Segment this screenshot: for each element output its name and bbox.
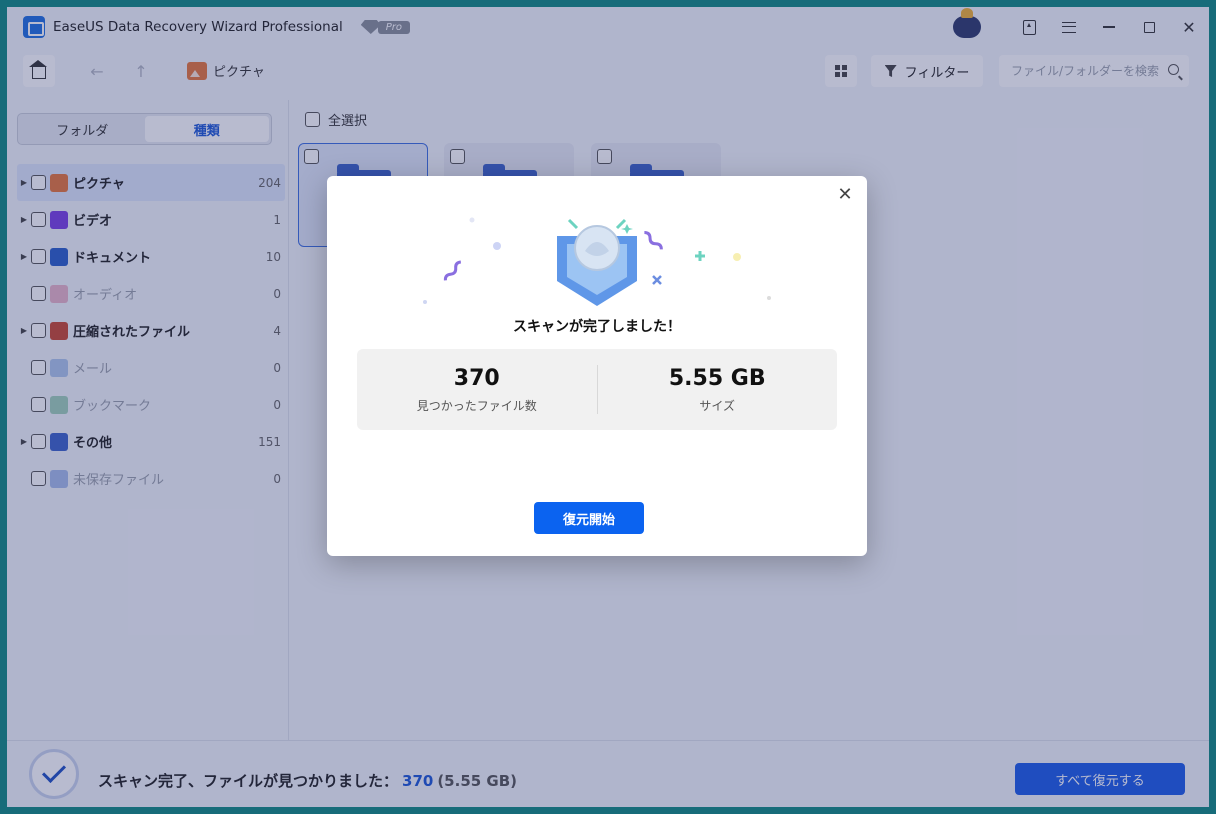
size-label: サイズ [699,398,736,413]
scan-stats-panel: 370 見つかったファイル数 5.55 GB サイズ [357,349,837,430]
size-value: 5.55 GB [668,365,766,391]
trophy-badge-icon [557,218,637,306]
trophy-illustration [423,217,771,306]
dialog-close-button[interactable]: ✕ [833,182,857,206]
files-found-stat: 370 見つかったファイル数 [357,349,597,430]
close-icon: ✕ [837,183,853,205]
files-found-value: 370 [453,365,500,391]
dialog-title: スキャンが完了しました！ [513,319,681,335]
files-found-label: 見つかったファイル数 [416,398,537,413]
start-recovery-button[interactable]: 復元開始 [534,502,644,534]
scan-complete-dialog: ✕ スキャンが完了しました！ 370 見つかったファイル数 5.55 GB サイ… [327,176,867,556]
size-stat: 5.55 GB サイズ [598,349,838,430]
